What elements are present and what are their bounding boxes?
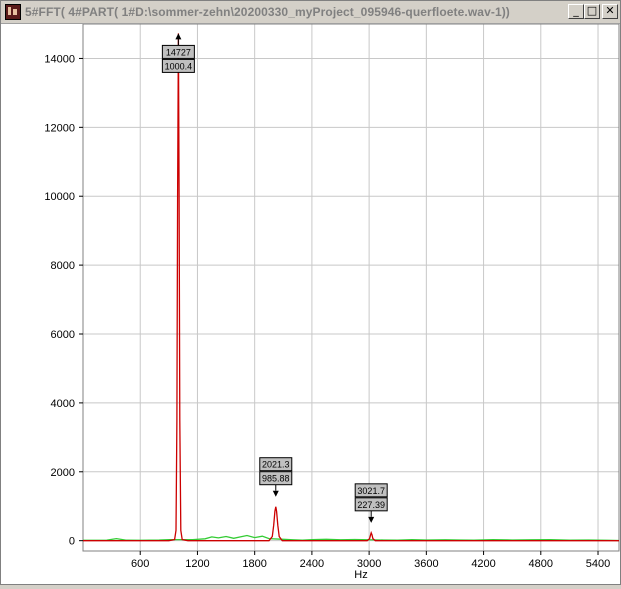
grid xyxy=(83,24,619,551)
x-tick-label: 1800 xyxy=(242,558,266,570)
secondary-spectrum-line xyxy=(82,534,620,542)
series xyxy=(82,33,620,542)
y-tick-label: 14000 xyxy=(44,53,75,65)
up-arrow-icon xyxy=(175,33,182,40)
callout-freq: 2021.3 xyxy=(262,460,290,470)
callout-freq: 14727 xyxy=(166,47,191,57)
window-title: 5#FFT( 4#PART( 1#D:\sommer-zehn\20200330… xyxy=(25,5,510,19)
peak-callout[interactable]: 2021.3 985.88 xyxy=(259,457,293,497)
x-tick-label: 2400 xyxy=(300,558,324,570)
down-arrow-icon xyxy=(272,490,279,497)
waveform-app-icon[interactable] xyxy=(5,4,21,20)
x-tick-label: 3600 xyxy=(414,558,438,570)
close-button[interactable]: ✕ xyxy=(602,4,618,19)
callout-value: 1000.4 xyxy=(165,61,193,71)
maximize-icon: □ xyxy=(586,4,598,17)
annotations: 14727 1000.4 2021.3 985.88 3021.7 227.39 xyxy=(161,33,388,523)
y-tick-label: 4000 xyxy=(51,398,75,410)
peak-callout[interactable]: 14727 1000.4 xyxy=(161,33,195,73)
y-tick-label: 8000 xyxy=(51,260,75,272)
y-tick-label: 12000 xyxy=(44,122,75,134)
peak-callout[interactable]: 3021.7 227.39 xyxy=(354,483,388,523)
x-tick-label: 1200 xyxy=(185,558,209,570)
callout-value: 227.39 xyxy=(357,500,385,510)
title-bar[interactable]: 5#FFT( 4#PART( 1#D:\sommer-zehn\20200330… xyxy=(1,1,620,24)
minimize-button[interactable]: _ xyxy=(568,4,584,19)
y-tick-label: 2000 xyxy=(51,467,75,479)
fft-spectrum-line xyxy=(83,33,619,542)
chart-area[interactable]: 0 2000 4000 6000 8000 10000 12000 14000 600 1200… xyxy=(1,23,620,584)
x-axis: 600 1200 1800 2400 3000 3600 4200 4800 5400 xyxy=(131,551,610,570)
x-tick-label: 5400 xyxy=(586,558,610,570)
x-tick-label: 4800 xyxy=(529,558,553,570)
y-tick-label: 6000 xyxy=(51,329,75,341)
y-axis: 0 2000 4000 6000 8000 10000 12000 14000 xyxy=(44,53,83,548)
x-axis-label: Hz xyxy=(354,569,367,581)
close-icon: ✕ xyxy=(605,4,615,17)
callout-value: 985.88 xyxy=(262,474,290,484)
x-tick-label: 4200 xyxy=(471,558,495,570)
y-tick-label: 10000 xyxy=(44,191,75,203)
fft-window: 5#FFT( 4#PART( 1#D:\sommer-zehn\20200330… xyxy=(0,0,621,585)
minimize-icon: _ xyxy=(573,4,579,17)
x-tick-label: 600 xyxy=(131,558,149,570)
fft-chart[interactable]: 0 2000 4000 6000 8000 10000 12000 14000 600 1200… xyxy=(1,23,620,584)
y-tick-label: 0 xyxy=(69,536,75,548)
maximize-button[interactable]: □ xyxy=(584,4,600,19)
callout-freq: 3021.7 xyxy=(357,486,385,496)
